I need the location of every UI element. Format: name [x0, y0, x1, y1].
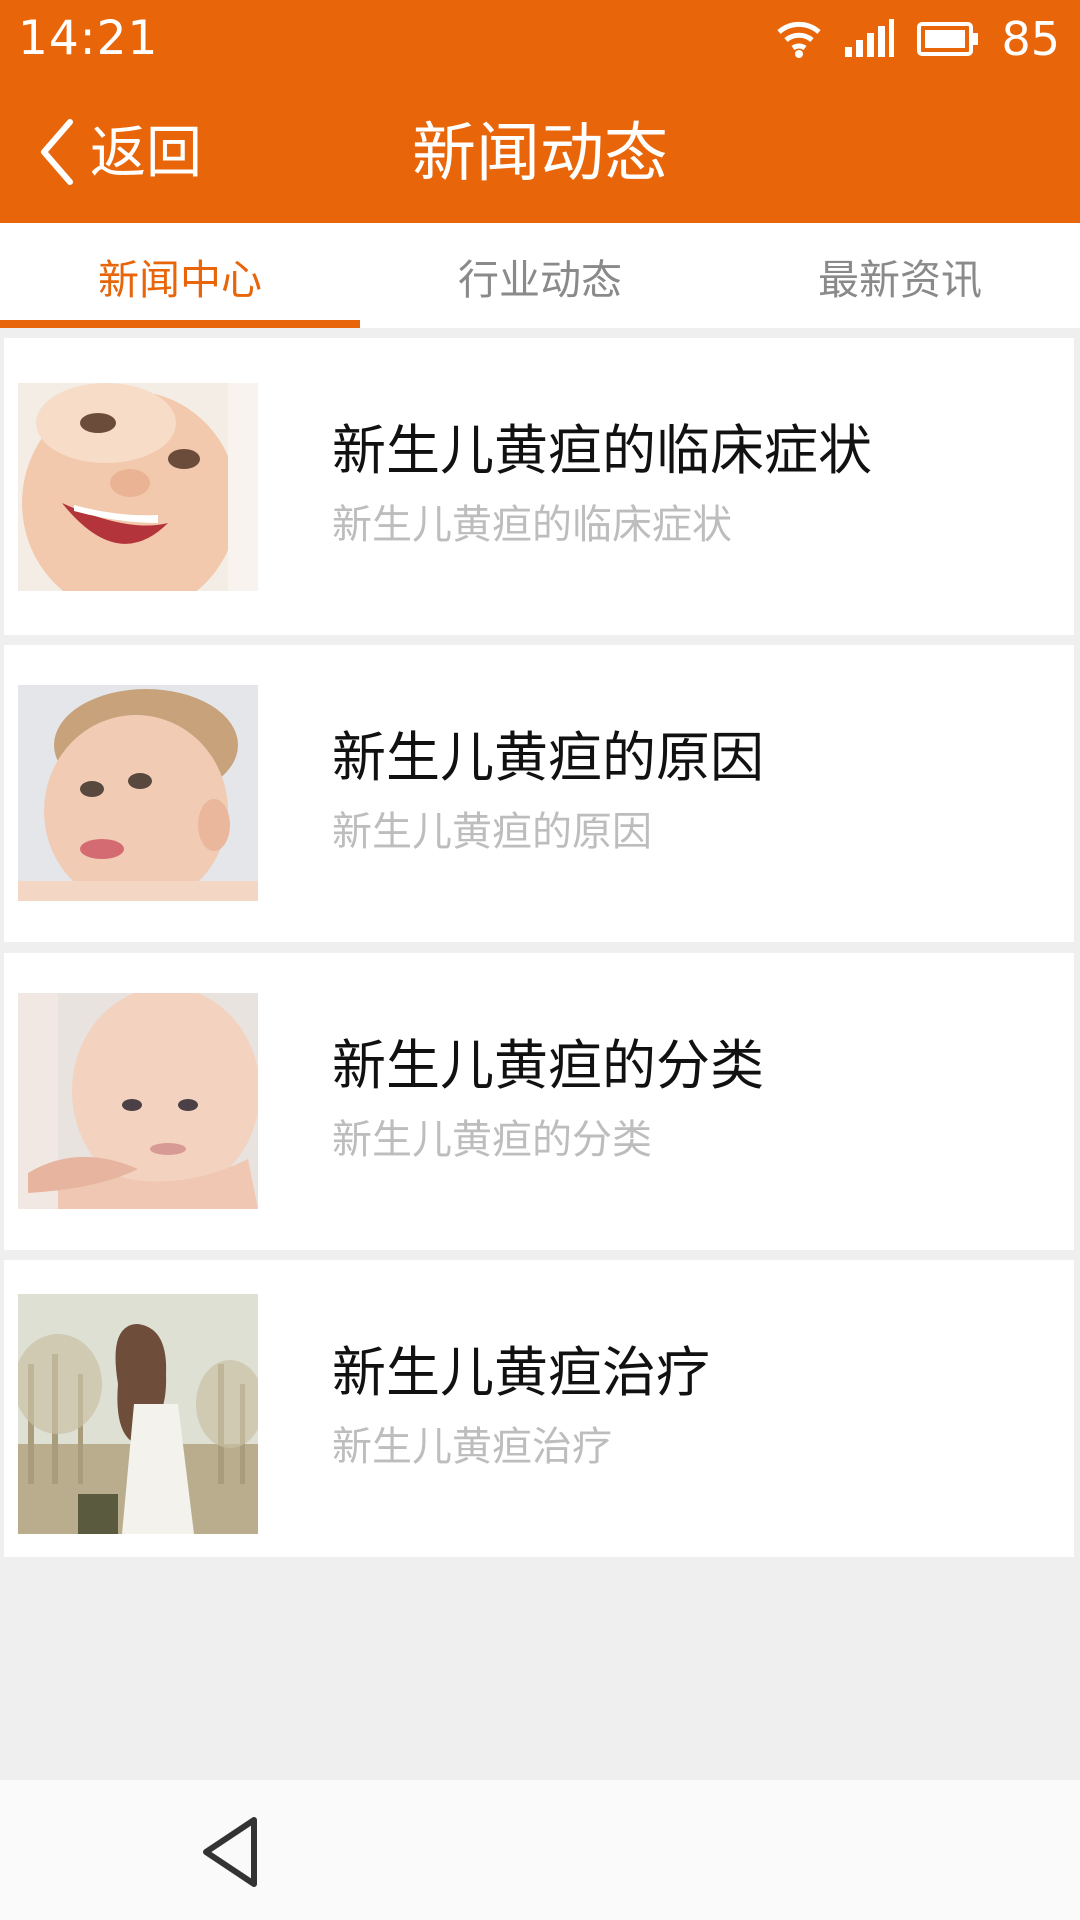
system-nav-bar — [0, 1780, 1080, 1920]
battery-level: 85 — [1001, 12, 1060, 66]
tab-news-center[interactable]: 新闻中心 — [0, 223, 360, 328]
baby-tongue-out-thumbnail — [18, 685, 258, 901]
news-item[interactable]: 新生儿黄疸的分类 新生儿黄疸的分类 — [4, 953, 1074, 1250]
signal-icon — [843, 19, 895, 59]
app-header: 14:21 85 返回 新闻动态 — [0, 0, 1080, 223]
wifi-icon — [777, 19, 822, 59]
tab-label: 行业动态 — [458, 255, 622, 304]
active-tab-indicator — [0, 320, 360, 328]
news-item[interactable]: 新生儿黄疸治疗 新生儿黄疸治疗 — [4, 1260, 1074, 1557]
tab-industry-news[interactable]: 行业动态 — [360, 223, 720, 328]
news-title: 新生儿黄疸治疗 — [332, 1341, 710, 1404]
news-title: 新生儿黄疸的临床症状 — [332, 419, 872, 482]
news-item[interactable]: 新生儿黄疸的临床症状 新生儿黄疸的临床症状 — [4, 338, 1074, 635]
news-title: 新生儿黄疸的分类 — [332, 1034, 764, 1097]
tab-latest-info[interactable]: 最新资讯 — [720, 223, 1080, 328]
news-summary: 新生儿黄疸治疗 — [332, 1424, 612, 1470]
battery-icon — [917, 22, 979, 56]
chevron-left-icon — [38, 117, 78, 191]
baby-held-face-thumbnail — [18, 993, 258, 1209]
status-bar: 14:21 85 — [0, 0, 1080, 78]
system-back-button[interactable] — [196, 1812, 266, 1892]
back-label: 返回 — [90, 121, 202, 186]
laughing-baby-thumbnail — [18, 383, 258, 591]
status-icons: 85 — [777, 12, 1060, 66]
news-summary: 新生儿黄疸的临床症状 — [332, 502, 732, 548]
tab-label: 最新资讯 — [818, 255, 982, 304]
nav-bar: 返回 新闻动态 — [0, 78, 1080, 223]
news-title: 新生儿黄疸的原因 — [332, 726, 764, 789]
tab-label: 新闻中心 — [98, 255, 262, 304]
girl-in-white-dress-thumbnail — [18, 1294, 258, 1534]
news-summary: 新生儿黄疸的分类 — [332, 1117, 652, 1163]
news-summary: 新生儿黄疸的原因 — [332, 809, 652, 855]
news-item[interactable]: 新生儿黄疸的原因 新生儿黄疸的原因 — [4, 645, 1074, 942]
tab-bar: 新闻中心 行业动态 最新资讯 — [0, 223, 1080, 328]
status-time: 14:21 — [18, 11, 159, 66]
back-triangle-icon — [196, 1817, 266, 1896]
back-button[interactable]: 返回 — [38, 114, 202, 194]
